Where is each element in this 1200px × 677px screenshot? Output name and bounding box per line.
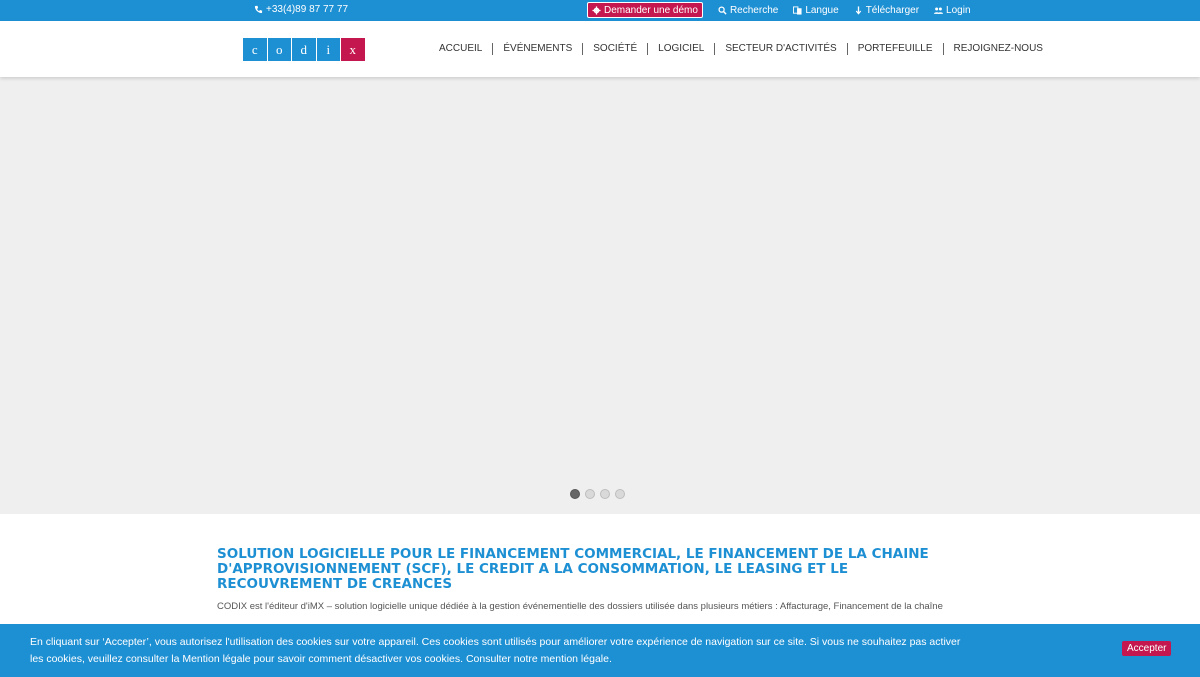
- slider-dot[interactable]: [600, 489, 610, 499]
- cookie-banner: En cliquant sur ‘Accepter’, vous autoris…: [0, 624, 1200, 677]
- download-link[interactable]: Télécharger: [854, 5, 919, 16]
- main-nav: ACCUEIL ÉVÉNEMENTS SOCIÉTÉ LOGICIEL SECT…: [429, 43, 1053, 55]
- nav-item-secteur[interactable]: SECTEUR D'ACTIVITÉS: [714, 43, 846, 55]
- main-content: SOLUTION LOGICIELLE POUR LE FINANCEMENT …: [217, 547, 977, 616]
- demo-button[interactable]: Demander une démo: [587, 2, 703, 18]
- demo-label: Demander une démo: [604, 4, 698, 16]
- nav-item-societe[interactable]: SOCIÉTÉ: [582, 43, 647, 55]
- nav-item-logiciel[interactable]: LOGICIEL: [647, 43, 714, 55]
- logo-letter: o: [267, 38, 291, 61]
- search-link[interactable]: Recherche: [718, 5, 778, 16]
- users-icon: [934, 7, 944, 14]
- logo-letter: i: [316, 38, 340, 61]
- download-label: Télécharger: [865, 4, 920, 16]
- search-label: Recherche: [729, 4, 779, 16]
- codix-logo[interactable]: c o d i x: [243, 38, 365, 61]
- gear-icon: [592, 5, 601, 15]
- slider-dot[interactable]: [585, 489, 595, 499]
- hero-slider: [0, 77, 1200, 514]
- page-title: SOLUTION LOGICIELLE POUR LE FINANCEMENT …: [217, 546, 929, 592]
- phone-link[interactable]: +33(4)89 87 77 77: [254, 4, 348, 15]
- logo-letter: x: [341, 38, 365, 61]
- nav-item-rejoignez[interactable]: REJOIGNEZ-NOUS: [942, 43, 1053, 55]
- accept-cookies-button[interactable]: Accepter: [1122, 641, 1172, 656]
- logo-letter: c: [243, 38, 267, 61]
- download-icon: [855, 5, 861, 15]
- site-header: c o d i x ACCUEIL ÉVÉNEMENTS SOCIÉTÉ LOG…: [0, 21, 1200, 77]
- language-label: Langue: [805, 4, 839, 16]
- login-label: Login: [946, 4, 971, 16]
- phone-number: +33(4)89 87 77 77: [266, 4, 349, 15]
- login-link[interactable]: Login: [934, 4, 971, 16]
- cookie-message: En cliquant sur ‘Accepter’, vous autoris…: [30, 636, 961, 665]
- language-icon: [793, 5, 802, 15]
- top-bar: +33(4)89 87 77 77 Demander une démo Rech…: [0, 0, 1200, 21]
- nav-item-evenements[interactable]: ÉVÉNEMENTS: [492, 43, 582, 55]
- slider-pagination: [570, 489, 625, 499]
- logo-letter: d: [292, 38, 316, 61]
- nav-item-portefeuille[interactable]: PORTEFEUILLE: [846, 43, 943, 55]
- search-icon: [718, 5, 727, 15]
- slider-dot[interactable]: [615, 489, 625, 499]
- intro-paragraph: CODIX est l'éditeur d'iMX – solution log…: [217, 601, 943, 612]
- language-link[interactable]: Langue: [793, 4, 839, 16]
- nav-item-accueil[interactable]: ACCUEIL: [429, 43, 492, 55]
- slider-dot[interactable]: [570, 489, 580, 499]
- phone-icon: [254, 5, 263, 14]
